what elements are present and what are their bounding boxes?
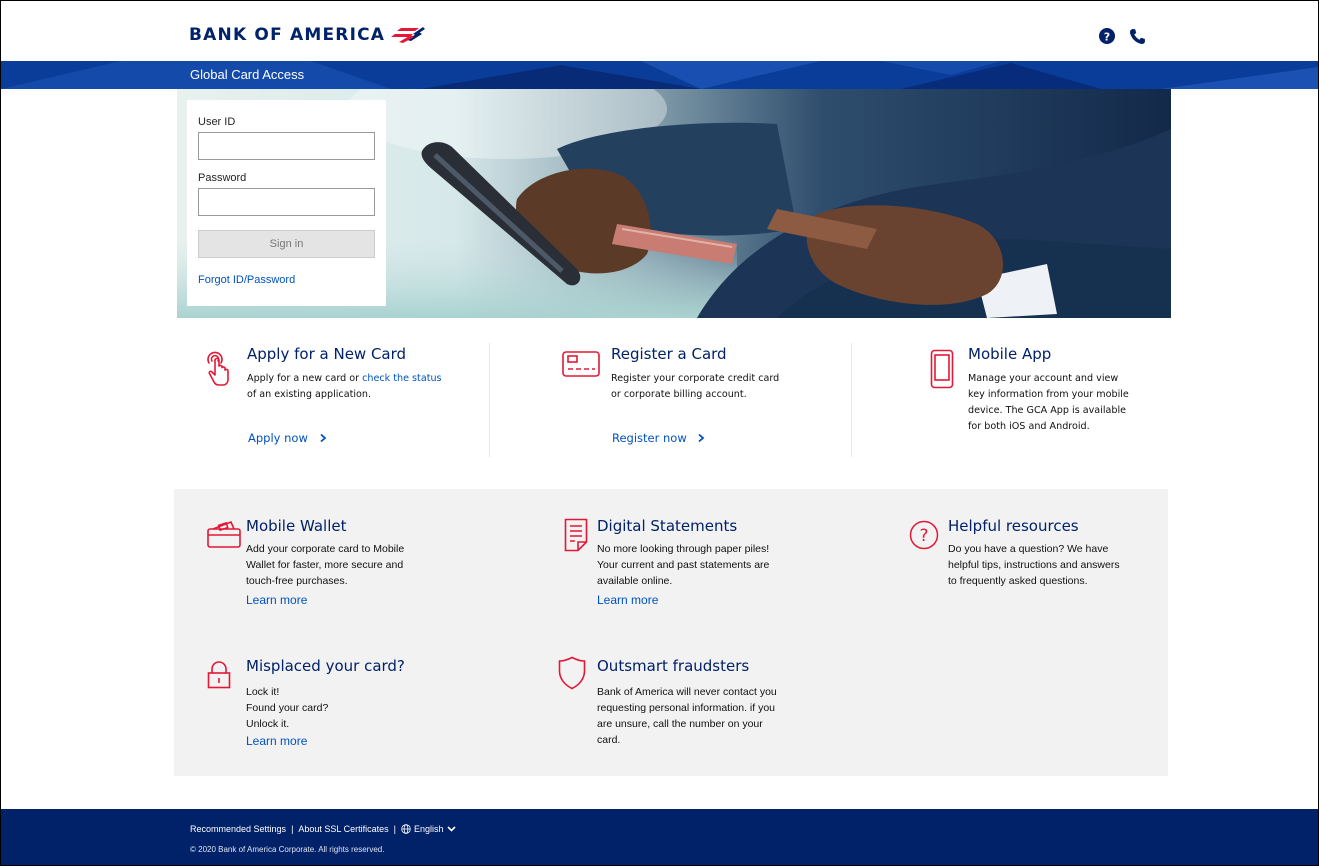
password-input[interactable] — [198, 188, 375, 216]
chevron-right-icon — [319, 433, 326, 443]
tile-outsmart-fraudsters: Outsmart fraudsters Bank of America will… — [597, 657, 777, 748]
mobile-phone-icon — [930, 349, 954, 389]
footer-separator: | — [393, 824, 396, 834]
tile-helpful-resources: Helpful resources Do you have a question… — [948, 517, 1128, 589]
wallet-icon — [207, 520, 241, 548]
feature-mobile-text: Manage your account and view key informa… — [968, 373, 1129, 432]
feature-divider-1 — [489, 343, 490, 457]
language-label: English — [413, 824, 444, 834]
copyright-text: © 2020 Bank of America Corporate. All ri… — [190, 845, 385, 854]
globe-icon — [401, 824, 411, 834]
user-id-label: User ID — [198, 116, 236, 128]
svg-text:?: ? — [1104, 31, 1110, 44]
tile-misplaced-card: Misplaced your card? Lock it! Found your… — [246, 657, 426, 748]
global-card-access-band: Global Card Access — [1, 61, 1318, 89]
feature-apply-title: Apply for a New Card — [247, 345, 407, 363]
shield-icon — [558, 656, 586, 690]
tile-outsmart-fraudsters-title: Outsmart fraudsters — [597, 657, 750, 675]
tile-misplaced-card-text: Lock it! Found your card? Unlock it. — [246, 684, 426, 732]
misplaced-line-2: Found your card? — [246, 702, 329, 714]
feature-mobile-title: Mobile App — [968, 345, 1052, 363]
register-now-link[interactable]: Register now — [612, 431, 706, 445]
question-circle-icon[interactable]: ? — [1099, 28, 1115, 44]
bank-logo[interactable]: BANK OF AMERICA — [189, 25, 426, 45]
mobile-wallet-learn-more-link[interactable]: Learn more — [246, 593, 426, 607]
tile-mobile-wallet-text: Add your corporate card to Mobile Wallet… — [246, 543, 405, 587]
feature-register-text: Register your corporate credit card or c… — [611, 373, 780, 400]
apply-now-link[interactable]: Apply now — [248, 431, 328, 445]
tile-digital-statements: Digital Statements No more looking throu… — [597, 517, 772, 607]
tile-helpful-resources-title: Helpful resources — [948, 517, 1079, 535]
hand-pointer-icon — [207, 351, 229, 386]
sign-in-button[interactable]: Sign in — [198, 230, 375, 258]
tile-helpful-resources-text: Do you have a question? We have helpful … — [948, 543, 1120, 587]
feature-apply-text: Apply for a new card or check the status… — [247, 373, 442, 400]
tile-outsmart-fraudsters-text: Bank of America will never contact you r… — [597, 686, 777, 746]
misplaced-card-learn-more-link[interactable]: Learn more — [246, 734, 426, 748]
flag-logo-icon — [391, 27, 426, 43]
band-title: Global Card Access — [190, 67, 305, 82]
header: BANK OF AMERICA ? — [1, 1, 1318, 61]
footer: Recommended Settings | About SSL Certifi… — [1, 809, 1318, 865]
user-id-input[interactable] — [198, 132, 375, 160]
feature-mobile-app: Mobile App Manage your account and view … — [968, 345, 1138, 435]
digital-statements-learn-more-link[interactable]: Learn more — [597, 593, 772, 607]
footer-separator: | — [291, 824, 294, 834]
phone-icon[interactable] — [1129, 28, 1146, 45]
misplaced-line-1: Lock it! — [246, 686, 280, 698]
about-ssl-certificates-link[interactable]: About SSL Certificates — [298, 824, 388, 834]
tile-digital-statements-title: Digital Statements — [597, 517, 738, 535]
feature-register: Register a Card Register your corporate … — [611, 345, 791, 403]
tile-mobile-wallet: Mobile Wallet Add your corporate card to… — [246, 517, 426, 607]
password-label: Password — [198, 172, 247, 184]
tile-misplaced-card-title: Misplaced your card? — [246, 657, 405, 675]
tile-digital-statements-text: No more looking through paper piles! You… — [597, 543, 770, 587]
feature-register-title: Register a Card — [611, 345, 727, 363]
lock-icon — [207, 661, 231, 689]
card-icon — [562, 351, 600, 377]
recommended-settings-link[interactable]: Recommended Settings — [190, 824, 286, 834]
misplaced-line-3: Unlock it. — [246, 718, 290, 730]
tile-mobile-wallet-title: Mobile Wallet — [246, 517, 347, 535]
document-icon — [564, 518, 588, 552]
language-selector[interactable]: English — [401, 824, 456, 834]
feature-divider-2 — [851, 343, 852, 457]
feature-apply: Apply for a New Card Apply for a new car… — [247, 345, 447, 403]
chevron-right-icon — [698, 433, 705, 443]
question-icon: ? — [909, 520, 939, 550]
logo-text: BANK OF AMERICA — [189, 25, 386, 45]
svg-text:?: ? — [919, 526, 928, 546]
page-frame: BANK OF AMERICA ? Global Card Access Use… — [0, 0, 1319, 866]
login-panel: User ID Password Sign in Forgot ID/Passw… — [187, 100, 386, 306]
forgot-id-password-link[interactable]: Forgot ID/Password — [198, 274, 375, 286]
chevron-down-icon — [446, 826, 456, 832]
check-status-link[interactable]: check the status — [362, 373, 441, 384]
footer-links: Recommended Settings | About SSL Certifi… — [190, 824, 456, 834]
